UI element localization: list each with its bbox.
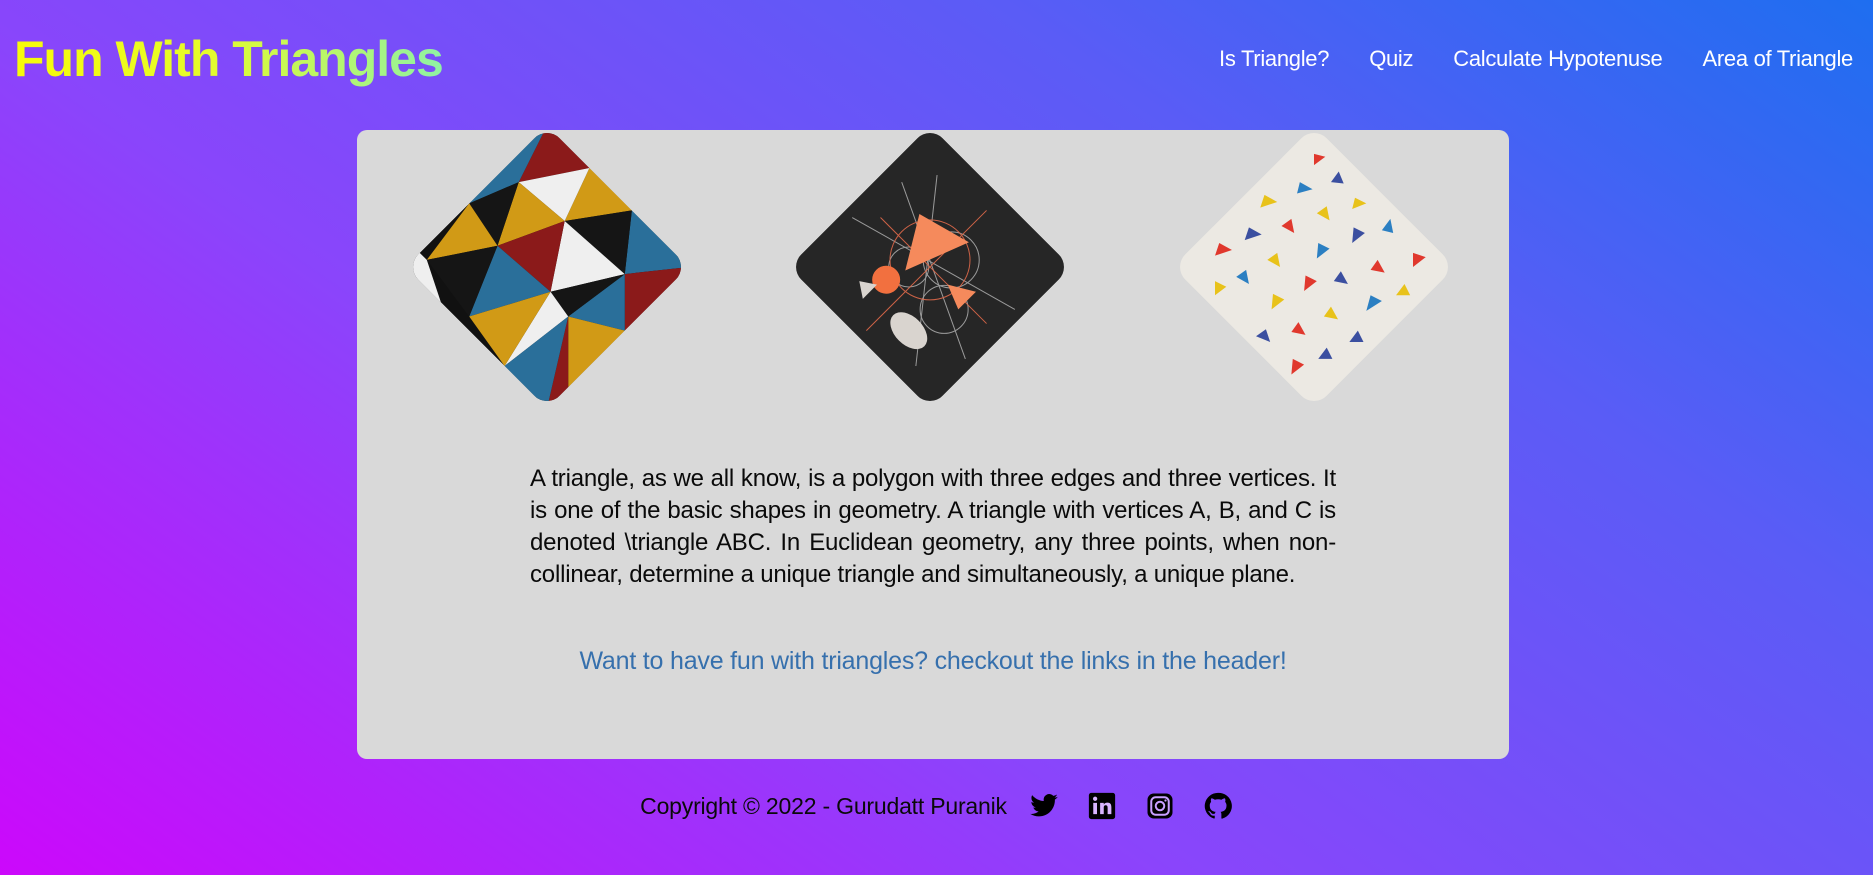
scatter-graphic bbox=[1172, 125, 1456, 409]
linkedin-icon[interactable] bbox=[1087, 791, 1117, 821]
triangle-description: A triangle, as we all know, is a polygon… bbox=[530, 465, 1336, 588]
abstract-graphic bbox=[788, 125, 1072, 409]
geometric-triangles-mosaic-image bbox=[405, 125, 689, 409]
scattered-colored-triangles-image bbox=[1172, 125, 1456, 409]
instagram-icon[interactable] bbox=[1145, 791, 1175, 821]
github-icon-graphic bbox=[1204, 792, 1232, 819]
nav-link-quiz[interactable]: Quiz bbox=[1369, 46, 1413, 72]
copyright-text: Copyright © 2022 - Gurudatt Puranik bbox=[640, 792, 1007, 819]
site-title[interactable]: Fun With Triangles bbox=[14, 30, 444, 88]
instagram-icon-graphic bbox=[1147, 793, 1173, 819]
site-footer: Copyright © 2022 - Gurudatt Puranik bbox=[0, 786, 1873, 826]
nav-link-area-of-triangle[interactable]: Area of Triangle bbox=[1702, 46, 1853, 72]
twitter-icon[interactable] bbox=[1029, 791, 1059, 821]
mosaic-graphic bbox=[405, 125, 689, 409]
nav-link-is-triangle[interactable]: Is Triangle? bbox=[1219, 46, 1329, 72]
content-card: A triangle, as we all know, is a polygon… bbox=[357, 125, 1509, 759]
github-icon[interactable] bbox=[1203, 791, 1233, 821]
nav-link-calculate-hypotenuse[interactable]: Calculate Hypotenuse bbox=[1453, 46, 1663, 72]
abstract-geometry-dark-image bbox=[788, 125, 1072, 409]
site-header: Fun With Triangles Is Triangle? Quiz Cal… bbox=[0, 0, 1873, 120]
linkedin-icon-graphic bbox=[1088, 792, 1115, 820]
social-links bbox=[1029, 791, 1233, 821]
header-nav: Is Triangle? Quiz Calculate Hypotenuse A… bbox=[1219, 46, 1853, 72]
image-gallery bbox=[357, 125, 1509, 460]
twitter-icon-graphic bbox=[1030, 794, 1058, 817]
call-to-action-text: Want to have fun with triangles? checkou… bbox=[579, 647, 1287, 675]
